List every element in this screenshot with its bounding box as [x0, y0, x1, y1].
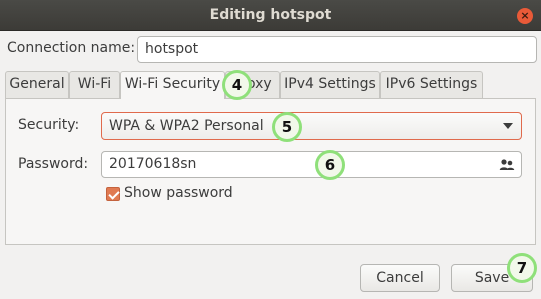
- show-password-label: Show password: [124, 185, 233, 201]
- connection-name-label: Connection name:: [7, 40, 136, 56]
- show-password-checkbox[interactable]: [106, 187, 120, 201]
- tab-wifi[interactable]: Wi-Fi: [69, 71, 120, 98]
- connection-name-input[interactable]: hotspot: [137, 36, 537, 63]
- security-label: Security:: [18, 117, 80, 133]
- tab-wifi-security[interactable]: Wi-Fi Security: [120, 71, 225, 99]
- password-value: 20170618sn: [109, 156, 197, 172]
- window-title: Editing hotspot: [209, 7, 332, 23]
- step-marker-tab: 4: [222, 70, 252, 100]
- close-icon[interactable]: ×: [517, 8, 533, 24]
- tab-ipv4-settings[interactable]: IPv4 Settings: [280, 71, 380, 98]
- password-label: Password:: [18, 156, 89, 172]
- security-dropdown[interactable]: WPA & WPA2 Personal: [101, 112, 522, 140]
- security-value: WPA & WPA2 Personal: [109, 118, 264, 134]
- step-marker-security: 5: [272, 112, 302, 142]
- tab-bar: General Wi-Fi Wi-Fi Security Proxy IPv4 …: [5, 71, 536, 99]
- tab-ipv6-settings[interactable]: IPv6 Settings: [380, 71, 483, 98]
- tab-general[interactable]: General: [5, 71, 69, 98]
- dropdown-arrow-icon: [503, 123, 513, 129]
- step-marker-password: 6: [315, 150, 345, 180]
- password-input[interactable]: 20170618sn: [101, 151, 522, 178]
- cancel-button[interactable]: Cancel: [360, 264, 440, 292]
- users-icon[interactable]: [499, 157, 515, 173]
- step-marker-save: 7: [507, 253, 537, 283]
- window-titlebar: Editing hotspot ×: [0, 0, 541, 31]
